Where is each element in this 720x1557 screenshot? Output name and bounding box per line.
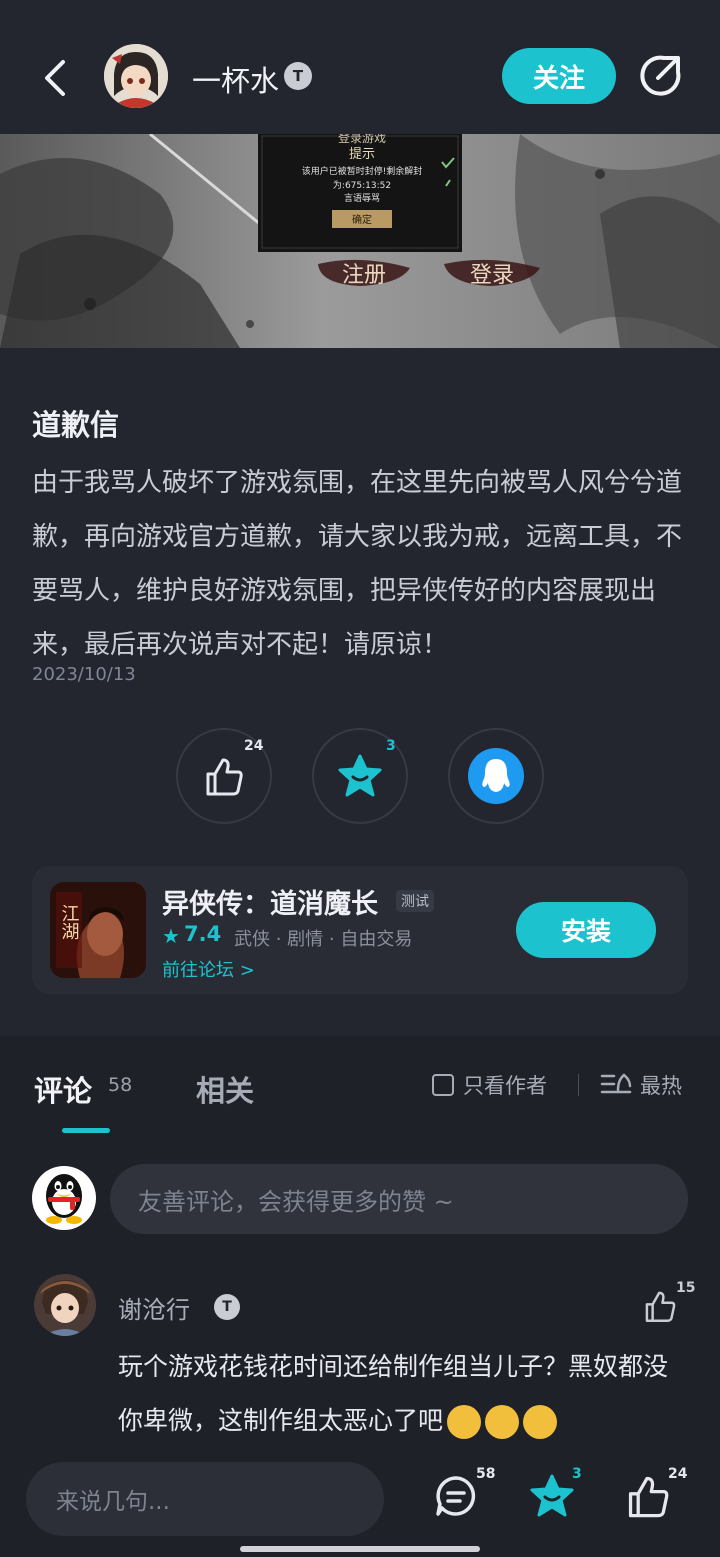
- author-avatar[interactable]: [104, 44, 168, 108]
- post-title: 道歉信: [32, 408, 120, 442]
- dialog-line1-text: 该用户已被暂时封停!剩余解封: [302, 165, 423, 177]
- angry-emoji-icon: [485, 1405, 520, 1439]
- commenter-avatar[interactable]: [34, 1274, 96, 1336]
- avatar-illustration: [104, 44, 168, 108]
- dialog-line3-text: 言语辱骂: [344, 192, 380, 204]
- comments-button[interactable]: [432, 1472, 480, 1524]
- favorite-button[interactable]: 3: [312, 728, 408, 824]
- login-text: 登录: [470, 263, 514, 288]
- bottom-like-count: 24: [668, 1466, 688, 1482]
- follow-button[interactable]: 关注: [502, 48, 616, 104]
- post-image[interactable]: 登录游戏 提示 该用户已被暂时封停!剩余解封 为:675:13:52 言语辱骂 …: [0, 134, 720, 348]
- thumbs-up-icon: [628, 1476, 669, 1518]
- only-author-checkbox[interactable]: [432, 1074, 454, 1096]
- share-icon: [640, 55, 681, 96]
- comment-like-button[interactable]: [642, 1288, 678, 1324]
- comment-item: 谢沧行 T 15 玩个游戏花钱花时间还给制作组当儿子？黑奴都没你卑微，这制作组太…: [0, 1266, 720, 1466]
- post-detail-page: 一杯水 T 关注 登录游戏 提示 该用户已被暂时封停!剩余解封 为:675:13…: [0, 0, 720, 1557]
- bottom-favorite-button[interactable]: [528, 1472, 576, 1524]
- comment-text: 玩个游戏花钱花时间还给制作组当儿子？黑奴都没你卑微，这制作组太恶心了吧: [118, 1352, 669, 1435]
- game-test-tag: 测试: [396, 890, 434, 912]
- tab-comments[interactable]: 评论: [34, 1068, 92, 1110]
- comment-like-count: 15: [676, 1280, 696, 1296]
- quick-comment-input[interactable]: 来说几句...: [26, 1462, 384, 1536]
- commenter-badge: T: [214, 1294, 240, 1320]
- bottom-favorite-count: 3: [572, 1466, 582, 1482]
- comments-tab-count: 58: [108, 1074, 133, 1096]
- game-screenshot-image: 登录游戏 提示 该用户已被暂时封停!剩余解封 为:675:13:52 言语辱骂 …: [0, 134, 720, 348]
- star-icon: [530, 1474, 574, 1517]
- comment-bubble-icon: [436, 1476, 476, 1516]
- thumbs-up-icon: [206, 758, 243, 796]
- sort-hottest-label[interactable]: 最热: [640, 1070, 682, 1100]
- active-tab-indicator: [62, 1128, 110, 1133]
- rating-star-icon: ★: [162, 924, 180, 948]
- back-button[interactable]: [26, 52, 82, 104]
- author-level-badge: T: [284, 62, 312, 90]
- bottom-like-button[interactable]: [624, 1472, 672, 1524]
- only-author-label[interactable]: 只看作者: [463, 1070, 547, 1100]
- game-icon-art: 江湖: [50, 882, 146, 978]
- thumbs-up-icon: [645, 1291, 676, 1322]
- comment-text-block: 玩个游戏花钱花时间还给制作组当儿子？黑奴都没你卑微，这制作组太恶心了吧: [118, 1340, 688, 1448]
- filter-divider: [578, 1074, 579, 1096]
- game-rating: 7.4: [184, 922, 222, 946]
- like-count: 24: [244, 738, 264, 754]
- qq-penguin-icon: [46, 1174, 82, 1224]
- star-icon: [338, 754, 382, 797]
- back-arrow-icon: [45, 60, 65, 96]
- like-button[interactable]: 24: [176, 728, 272, 824]
- register-text: 注册: [342, 263, 386, 288]
- forum-link[interactable]: 前往论坛 >: [162, 956, 255, 982]
- sort-icon[interactable]: [600, 1072, 632, 1098]
- favorite-count: 3: [386, 738, 396, 754]
- dialog-heading-text: 提示: [349, 146, 375, 162]
- bottom-comment-count: 58: [476, 1466, 496, 1482]
- author-name[interactable]: 一杯水: [192, 58, 279, 100]
- commenter-avatar-art: [34, 1274, 96, 1336]
- post-date: 2023/10/13: [32, 664, 136, 685]
- current-user-avatar: [32, 1166, 96, 1230]
- commenter-name[interactable]: 谢沧行: [118, 1290, 190, 1325]
- share-button[interactable]: [636, 52, 684, 100]
- comment-input-row: 友善评论，会获得更多的赞 ~: [0, 1158, 720, 1242]
- game-categories: 武侠 · 剧情 · 自由交易: [234, 929, 413, 950]
- tab-related[interactable]: 相关: [196, 1068, 254, 1110]
- sort-lines-icon: [600, 1073, 632, 1094]
- post-body: 由于我骂人破坏了游戏氛围，在这里先向被骂人风兮兮道歉，再向游戏官方道歉，请大家以…: [32, 468, 683, 660]
- dialog-title-text: 登录游戏: [338, 134, 386, 145]
- game-name[interactable]: 异侠传：道消魔长: [162, 882, 378, 921]
- post-content-card: 道歉信 由于我骂人破坏了游戏氛围，在这里先向被骂人风兮兮道歉，再向游戏官方道歉，…: [0, 348, 720, 1036]
- angry-emoji-icon: [523, 1405, 558, 1439]
- comment-tabs: 评论 58 相关 只看作者 最热: [0, 1036, 720, 1146]
- home-indicator[interactable]: [240, 1546, 480, 1552]
- dialog-line2-text: 为:675:13:52: [333, 179, 391, 191]
- bottom-action-bar: 来说几句... 58 3 24: [0, 1448, 720, 1557]
- game-icon-text: 江湖: [59, 904, 80, 940]
- install-button[interactable]: 安装: [516, 902, 656, 958]
- related-game-card[interactable]: 江湖 异侠传：道消魔长 测试 ★ 7.4 武侠 · 剧情 · 自由交易 前往论坛…: [32, 866, 688, 994]
- angry-emoji-icon: [447, 1405, 482, 1439]
- comment-input[interactable]: 友善评论，会获得更多的赞 ~: [110, 1164, 688, 1234]
- qq-share-button[interactable]: [448, 728, 544, 824]
- dialog-confirm-text: 确定: [352, 213, 372, 226]
- game-icon[interactable]: 江湖: [50, 882, 146, 978]
- qq-icon: [468, 748, 524, 804]
- top-bar: 一杯水 T 关注: [0, 0, 720, 134]
